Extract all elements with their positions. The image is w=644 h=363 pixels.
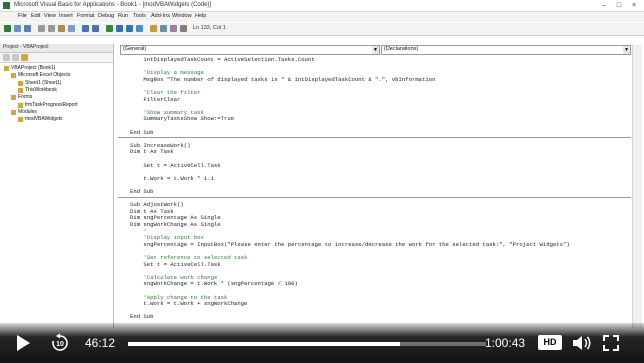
paste-icon[interactable]	[58, 25, 65, 32]
project-explorer-icon[interactable]	[150, 25, 157, 32]
code-editor[interactable]: intDisplayedTaskCount = ActiveSelection.…	[118, 55, 631, 325]
standard-toolbar: Ln 133, Col 1	[0, 23, 644, 36]
code-line: SummaryTasksShow Show:=True	[130, 115, 235, 123]
close-button[interactable]: ×	[627, 0, 641, 11]
code-line: sngWorkChange = t.Work * (sngPercentage …	[130, 280, 298, 288]
procedure-separator	[118, 196, 631, 198]
code-line: t.Work = t.Work * 1.1	[130, 174, 214, 182]
tree-node[interactable]: VBAProject (Book1)	[11, 65, 55, 71]
maximize-button[interactable]: □	[612, 0, 626, 11]
code-line: Set t = ActiveCell.Task	[130, 161, 221, 169]
view-object-icon[interactable]	[12, 54, 19, 61]
code-line: End Sub	[130, 313, 154, 321]
rewind-seconds-label: 10	[56, 341, 64, 348]
minimize-button[interactable]: –	[597, 0, 611, 11]
window-title: Microsoft Visual Basic for Applications …	[14, 2, 212, 8]
tree-node[interactable]: Microsoft Excel Objects	[18, 72, 70, 78]
menu-debug[interactable]: Debug	[98, 13, 114, 19]
run-icon[interactable]	[106, 25, 113, 32]
tree-node-icon	[18, 87, 23, 93]
volume-icon[interactable]	[572, 335, 592, 351]
procedure-separator	[118, 137, 631, 139]
total-time: 1:00:43	[485, 336, 526, 350]
tree-node-icon	[4, 66, 9, 71]
menu-window[interactable]: Window	[172, 13, 192, 19]
object-combo[interactable]: (General) ▼	[120, 45, 380, 55]
code-line: MsgBox "The number of displayed tasks is…	[130, 75, 436, 83]
menu-tools[interactable]: Tools	[133, 13, 146, 19]
menu-view[interactable]: View	[44, 13, 56, 19]
procedure-combo-value: (Declarations)	[384, 46, 419, 52]
code-line: Set t = ActiveCell.Task	[130, 260, 221, 268]
menu-insert[interactable]: Insert	[59, 13, 73, 19]
menu-run[interactable]: Run	[118, 13, 128, 19]
menu-format[interactable]: Format	[77, 13, 94, 19]
tree-node[interactable]: ThisWorkbook	[25, 87, 57, 93]
code-line: FilterClear	[130, 95, 181, 103]
tree-node[interactable]: Sheet1 (Sheet1)	[25, 80, 61, 86]
tree-node[interactable]: Forms	[18, 94, 32, 100]
rewind-10-icon[interactable]: 10	[50, 333, 70, 353]
tree-node[interactable]: frmTaskProgressReport	[25, 102, 78, 108]
toggle-folders-icon[interactable]	[21, 54, 28, 61]
code-line: End Sub	[130, 128, 154, 136]
code-line: sngPercentage = InputBox("Please enter t…	[130, 240, 570, 248]
code-line: Dim t As Task	[130, 148, 174, 156]
procedure-combo[interactable]: (Declarations) ▼	[381, 45, 631, 55]
code-scrollbar[interactable]	[632, 45, 642, 328]
progress-fill	[128, 342, 401, 346]
code-line: intDisplayedTaskCount = ActiveSelection.…	[130, 56, 315, 63]
chevron-down-icon[interactable]: ▼	[623, 46, 630, 54]
vba-app-icon	[3, 2, 10, 9]
tree-node-icon	[11, 95, 16, 101]
project-explorer-header: Project - VBAProject	[0, 44, 113, 53]
menu-addins[interactable]: Add-Ins	[151, 13, 170, 19]
play-icon[interactable]	[17, 335, 30, 351]
project-explorer-title: Project - VBAProject	[3, 44, 49, 50]
save-icon[interactable]	[24, 25, 31, 32]
menu-bar: File Edit View Insert Format Debug Run T…	[0, 12, 644, 22]
project-explorer-toolbar	[0, 53, 113, 63]
object-browser-icon[interactable]	[170, 25, 177, 32]
toolbox-icon[interactable]	[180, 25, 187, 32]
code-line: t.Work = t.Work + sngWorkChange	[130, 300, 248, 308]
code-line: End Sub	[130, 188, 154, 195]
tree-node-icon	[11, 109, 16, 115]
menu-help[interactable]: Help	[195, 13, 206, 19]
break-icon[interactable]	[116, 25, 123, 32]
current-time: 46:12	[85, 336, 116, 350]
tree-node-icon	[18, 102, 23, 108]
object-combo-value: (General)	[123, 46, 147, 52]
hd-quality-button[interactable]: HD	[538, 335, 562, 350]
view-code-icon[interactable]	[3, 54, 10, 61]
tree-node-icon	[18, 117, 23, 123]
undo-icon[interactable]	[82, 25, 89, 32]
find-icon[interactable]	[68, 25, 75, 32]
reset-icon[interactable]	[126, 25, 133, 32]
tree-node[interactable]: modVBAWidgets	[25, 116, 63, 122]
copy-icon[interactable]	[48, 25, 55, 32]
properties-icon[interactable]	[160, 25, 167, 32]
cut-icon[interactable]	[38, 25, 45, 32]
design-mode-icon[interactable]	[136, 25, 143, 32]
title-bar: Microsoft Visual Basic for Applications …	[0, 0, 644, 12]
redo-icon[interactable]	[92, 25, 99, 32]
tree-node-icon	[18, 80, 23, 86]
tree-node[interactable]: Modules	[18, 109, 37, 115]
fullscreen-icon[interactable]	[603, 335, 619, 351]
view-excel-icon[interactable]	[4, 25, 11, 32]
cursor-position: Ln 133, Col 1	[193, 25, 226, 31]
insert-module-icon[interactable]	[14, 25, 21, 32]
menu-file[interactable]: File	[18, 13, 27, 19]
menu-edit[interactable]: Edit	[31, 13, 40, 19]
project-explorer	[0, 44, 114, 328]
tree-node-icon	[11, 73, 16, 79]
chevron-down-icon[interactable]: ▼	[372, 46, 379, 54]
